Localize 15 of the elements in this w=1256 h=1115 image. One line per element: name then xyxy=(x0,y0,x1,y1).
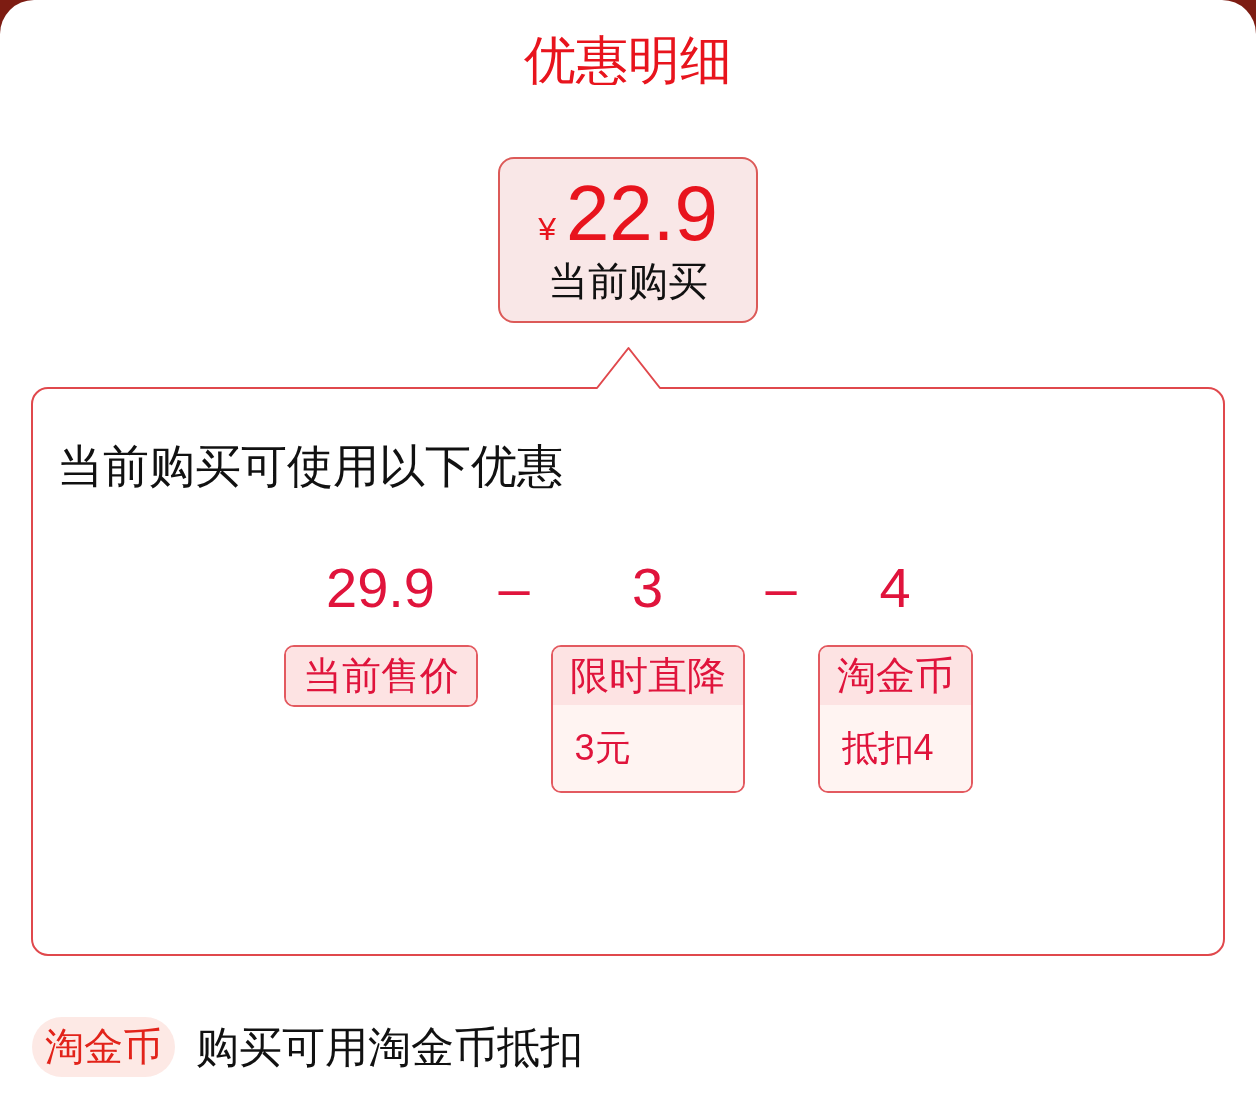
formula-value: 4 xyxy=(879,556,911,620)
panel-heading: 当前购买可使用以下优惠 xyxy=(57,439,563,494)
formula-value: 3 xyxy=(631,556,664,620)
formula-value: 29.9 xyxy=(326,556,435,620)
currency-symbol: ¥ xyxy=(538,210,556,249)
tag-title: 限时直降 xyxy=(552,647,743,705)
tag-title: 当前售价 xyxy=(285,647,476,705)
tag-title: 淘金币 xyxy=(819,647,971,705)
footer-note: 购买可用淘金币抵扣 xyxy=(196,1022,583,1073)
page-title: 优惠明细 xyxy=(524,30,732,90)
coin-badge: 淘金币 xyxy=(32,1017,175,1077)
price-amount: 22.9 xyxy=(566,169,718,257)
minus-sign: – xyxy=(498,556,530,620)
price-label: 当前购买 xyxy=(548,258,708,305)
minus-sign: – xyxy=(765,556,797,620)
